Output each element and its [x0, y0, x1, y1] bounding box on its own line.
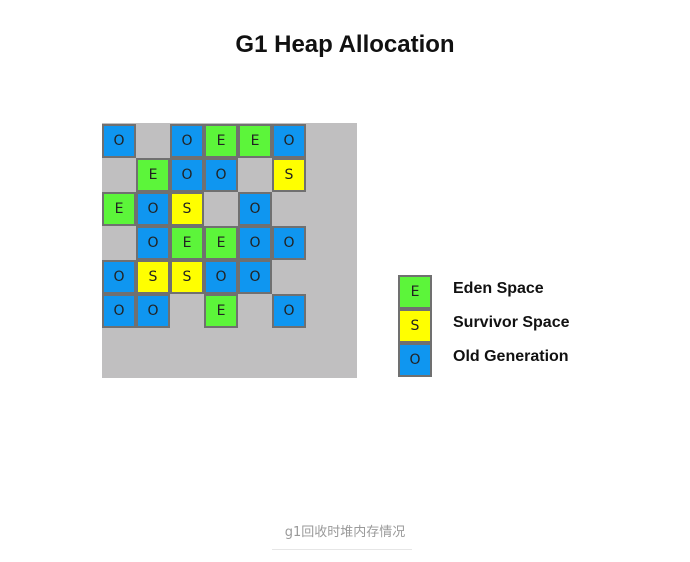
survivor-region: S [170, 260, 204, 294]
eden-region: E [204, 124, 238, 158]
legend-label-old: Old Generation [453, 348, 569, 365]
old-region: O [204, 260, 238, 294]
old-region: O [238, 192, 272, 226]
legend-swatch-eden: E [398, 275, 432, 309]
old-region: O [272, 124, 306, 158]
old-region: O [102, 124, 136, 158]
old-region: O [136, 294, 170, 328]
survivor-region: S [272, 158, 306, 192]
old-region: O [170, 124, 204, 158]
old-region: O [272, 294, 306, 328]
survivor-region: S [136, 260, 170, 294]
old-region: O [272, 226, 306, 260]
eden-region: E [136, 158, 170, 192]
old-region: O [102, 294, 136, 328]
eden-region: E [204, 226, 238, 260]
eden-region: E [170, 226, 204, 260]
legend-swatch-survivor: S [398, 309, 432, 343]
legend-label-eden: Eden Space [453, 280, 544, 297]
old-region: O [204, 158, 238, 192]
legend-label-survivor: Survivor Space [453, 314, 570, 331]
survivor-region: S [170, 192, 204, 226]
old-region: O [136, 226, 170, 260]
image-caption: g1回收时堆内存情况 [284, 525, 406, 540]
eden-region: E [238, 124, 272, 158]
legend-swatch-old: O [398, 343, 432, 377]
eden-region: E [204, 294, 238, 328]
caption-divider [272, 549, 412, 550]
old-region: O [136, 192, 170, 226]
old-region: O [170, 158, 204, 192]
old-region: O [102, 260, 136, 294]
old-region: O [238, 260, 272, 294]
eden-region: E [102, 192, 136, 226]
old-region: O [238, 226, 272, 260]
diagram-title: G1 Heap Allocation [235, 31, 455, 58]
